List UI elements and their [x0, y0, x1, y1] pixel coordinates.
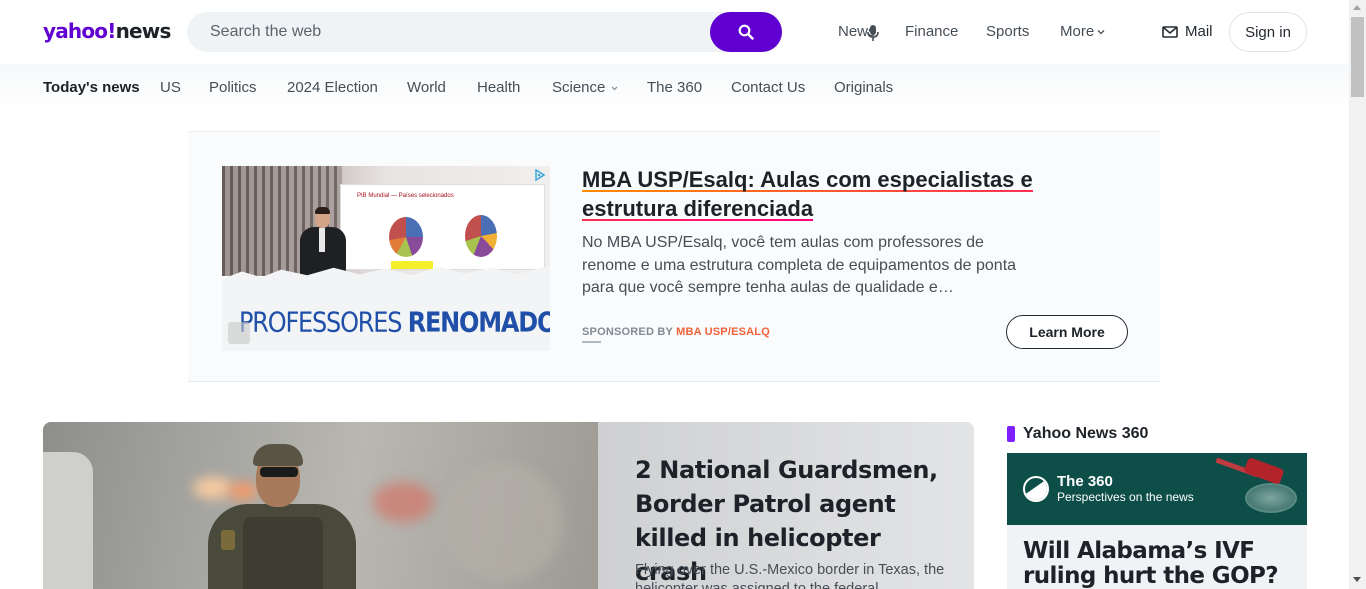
- page: yahoo!news Search the web News Finance S…: [0, 0, 1366, 589]
- mail-link[interactable]: Mail: [1162, 23, 1213, 40]
- hero-story[interactable]: 2 National Guardsmen, Border Patrol agen…: [43, 422, 974, 589]
- section-accent-bar: [1007, 426, 1015, 442]
- ad-description: No MBA USP/Esalq, você tem aulas com pro…: [582, 234, 1017, 296]
- ad-title[interactable]: MBA USP/Esalq: Aulas com especialistas e…: [582, 165, 1062, 223]
- sponsor-name[interactable]: MBA USP/ESALQ: [676, 326, 770, 338]
- subnav-todays-news[interactable]: Today's news: [43, 79, 140, 96]
- section-nav: Today's news US Politics 2024 Election W…: [0, 64, 1349, 110]
- ad-title-text: MBA USP/Esalq: Aulas com especialistas e…: [582, 167, 1033, 221]
- section-label[interactable]: Yahoo News 360: [1023, 425, 1148, 443]
- the-360-card[interactable]: The 360 Perspectives on the news Will Al…: [1007, 453, 1307, 589]
- subnav-politics[interactable]: Politics: [209, 79, 257, 96]
- vertical-scrollbar[interactable]: [1349, 0, 1366, 589]
- subnav-the-360[interactable]: The 360: [647, 79, 702, 96]
- scrollbar-thumb[interactable]: [1351, 17, 1364, 97]
- subnav-originals[interactable]: Originals: [834, 79, 893, 96]
- the-360-headline[interactable]: Will Alabama’s IVF ruling hurt the GOP?: [1023, 539, 1293, 589]
- subnav-us[interactable]: US: [160, 79, 181, 96]
- nav-news[interactable]: News: [838, 23, 876, 40]
- sponsored-prefix: SPONSORED BY: [582, 326, 673, 338]
- ad-slogan-regular: PROFESSORES: [239, 306, 402, 339]
- mail-label: Mail: [1185, 23, 1213, 40]
- yahoo-news-logo[interactable]: yahoo!news: [43, 19, 171, 43]
- mail-icon: [1162, 25, 1178, 38]
- hero-summary: Flying over the U.S.-Mexico border in Te…: [635, 562, 945, 589]
- sponsored-by-label: SPONSORED BY MBA USP/ESALQ: [582, 326, 770, 338]
- ad-image-slogan: PROFESSORES RENOMADOS: [239, 306, 550, 338]
- nav-finance[interactable]: Finance: [905, 23, 958, 40]
- sign-in-button[interactable]: Sign in: [1229, 12, 1307, 52]
- adchoices-icon[interactable]: [534, 169, 546, 181]
- search-icon: [738, 24, 754, 40]
- search-button[interactable]: [710, 12, 782, 52]
- hero-text-panel: 2 National Guardsmen, Border Patrol agen…: [598, 422, 974, 589]
- search-bar[interactable]: Search the web: [187, 12, 879, 52]
- ad-slide-board: PIB Mundial — Países selecionados: [340, 184, 545, 270]
- ad-board-title: PIB Mundial — Países selecionados: [357, 193, 454, 199]
- banner-subtitle: Perspectives on the news: [1057, 490, 1194, 504]
- learn-more-button[interactable]: Learn More: [1006, 315, 1128, 349]
- play-icon[interactable]: [228, 322, 250, 344]
- chevron-down-icon: [611, 86, 618, 90]
- search-input[interactable]: Search the web: [210, 23, 321, 41]
- logo-news-text: news: [115, 19, 172, 43]
- subnav-science-label: Science: [552, 79, 606, 96]
- logo-yahoo-text: yahoo!: [43, 19, 116, 43]
- nav-more-label: More: [1060, 23, 1095, 40]
- pie-chart-graphic: [465, 215, 497, 257]
- pie-chart-graphic: [389, 217, 423, 257]
- patch-icon: [221, 530, 235, 550]
- yahoo-news-360-header: Yahoo News 360: [1007, 425, 1148, 443]
- the-360-banner: The 360 Perspectives on the news: [1007, 453, 1307, 525]
- presenter-figure: [296, 207, 348, 277]
- scroll-down-arrow-icon[interactable]: [1353, 577, 1361, 582]
- nav-sports[interactable]: Sports: [986, 23, 1029, 40]
- subnav-health[interactable]: Health: [477, 79, 520, 96]
- scroll-up-arrow-icon[interactable]: [1353, 5, 1361, 10]
- hero-image[interactable]: [43, 422, 598, 589]
- the-360-logo-icon: [1023, 476, 1049, 502]
- top-header: yahoo!news Search the web News Finance S…: [0, 0, 1349, 64]
- gavel-icon: [1245, 483, 1297, 513]
- subnav-world[interactable]: World: [407, 79, 446, 96]
- ad-slogan-bold: RENOMADOS: [407, 306, 550, 339]
- subnav-science[interactable]: Science: [552, 79, 618, 96]
- sponsored-ad[interactable]: PIB Mundial — Países selecionados PROFES…: [188, 131, 1160, 382]
- banner-title: The 360: [1057, 473, 1113, 490]
- subnav-contact-us[interactable]: Contact Us: [731, 79, 805, 96]
- chevron-down-icon: [1097, 30, 1105, 35]
- nav-more[interactable]: More: [1060, 23, 1105, 40]
- ad-image[interactable]: PIB Mundial — Países selecionados PROFES…: [222, 166, 550, 351]
- subnav-2024-election[interactable]: 2024 Election: [287, 79, 378, 96]
